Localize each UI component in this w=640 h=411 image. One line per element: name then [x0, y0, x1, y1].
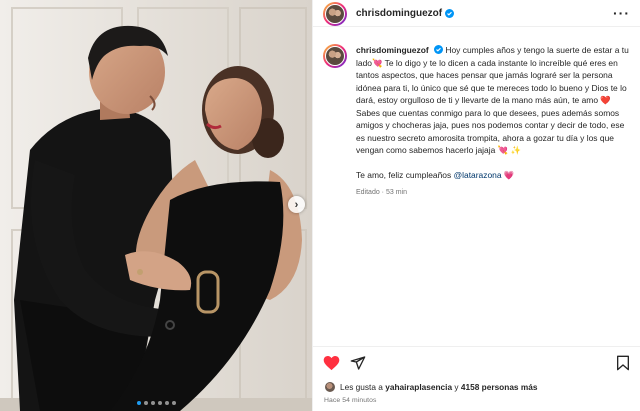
pink-heart-emoji: 💗: [503, 169, 515, 180]
carousel-dot: [171, 401, 176, 405]
caption-paragraph: Te amo, feliz cumpleaños: [356, 169, 452, 180]
carousel-dots: [0, 401, 312, 405]
carousel-dot: [136, 401, 141, 405]
likes-prefix: Les gusta a: [340, 382, 383, 392]
liker-avatar[interactable]: [324, 381, 336, 393]
author-username[interactable]: chrisdominguezof: [356, 8, 442, 19]
post-photo[interactable]: ›: [0, 0, 312, 411]
likes-conjunction: y: [454, 382, 459, 392]
more-options-icon[interactable]: ···: [613, 6, 630, 20]
edited-timestamp: Editado · 53 min: [356, 189, 407, 196]
post-timestamp: Hace 54 minutos: [324, 397, 377, 404]
mention-link[interactable]: @latarazona: [454, 170, 502, 180]
red-heart-emoji: ❤️: [600, 95, 611, 105]
save-bookmark-icon[interactable]: [616, 355, 630, 371]
action-bar: [313, 346, 640, 378]
carousel-dot: [143, 401, 148, 405]
author-avatar[interactable]: [323, 2, 347, 26]
caption-paragraph: Sabes que cuentas conmigo para lo que de…: [356, 107, 625, 156]
like-heart-icon[interactable]: [323, 355, 340, 371]
verified-badge-icon: [445, 8, 455, 18]
heart-arrow-emoji: 💘: [371, 57, 383, 68]
carousel-dot: [157, 401, 162, 405]
sparkles-emoji: ✨: [510, 145, 522, 155]
carousel-dot: [164, 401, 169, 405]
carousel-dot: [150, 401, 155, 405]
caption-avatar[interactable]: [323, 44, 347, 68]
caption-line: Te lo digo y te lo dicen a cada instante…: [356, 57, 627, 106]
caption-username[interactable]: chrisdominguezof: [356, 45, 429, 55]
liker-username[interactable]: yahairaplasencia: [385, 382, 452, 392]
post-side-pane: chrisdominguezof ··· chrisdominguezof Ho…: [312, 0, 640, 411]
caption-text: chrisdominguezof Hoy cumples años y teng…: [356, 44, 635, 200]
post-header: chrisdominguezof ···: [313, 0, 640, 27]
carousel-next-button[interactable]: ›: [288, 196, 305, 213]
heart-arrow-emoji: 💘: [497, 145, 509, 155]
likes-count[interactable]: 4158 personas más: [461, 382, 538, 392]
likes-summary: Les gusta a yahairaplasencia y 4158 pers…: [324, 381, 537, 393]
caption-block: chrisdominguezof Hoy cumples años y teng…: [323, 44, 635, 200]
share-send-icon[interactable]: [350, 355, 366, 371]
verified-badge-icon: [434, 45, 444, 54]
photo-illustration: [0, 0, 312, 411]
